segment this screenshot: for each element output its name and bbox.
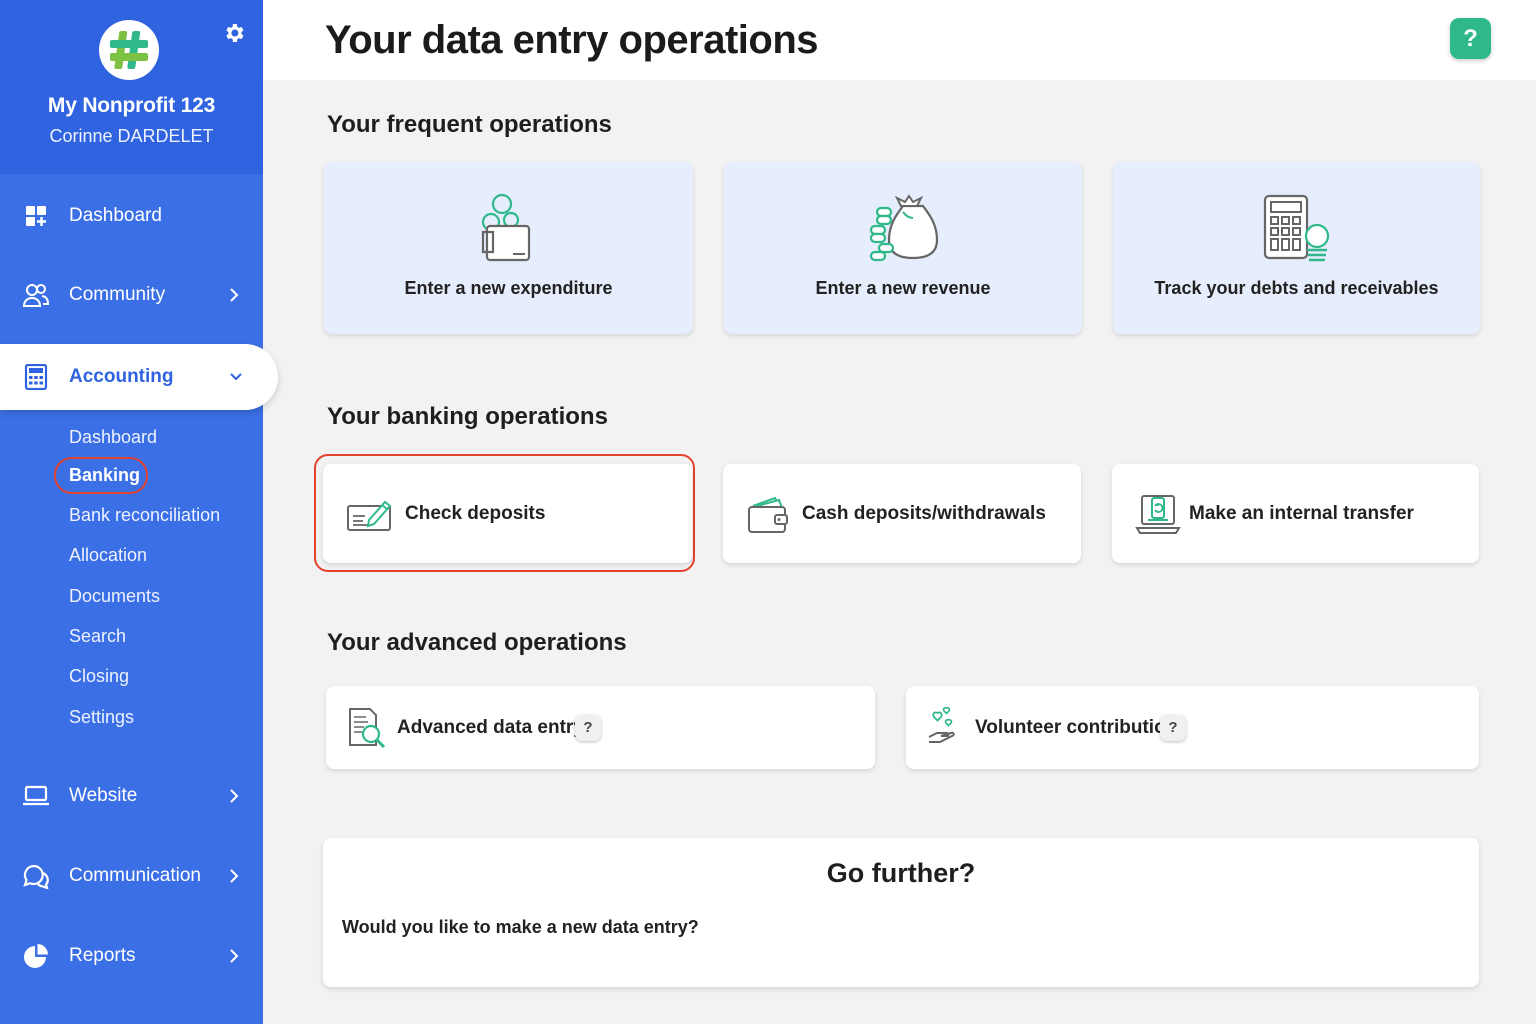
go-further-panel: Go further? Would you like to make a new…: [323, 838, 1479, 987]
sidebar-header: My Nonprofit 123 Corinne DARDELET: [0, 0, 263, 174]
sub-item-documents[interactable]: Documents: [69, 586, 160, 607]
settings-gear-button[interactable]: [220, 19, 248, 47]
chevron-right-icon: [226, 287, 242, 303]
card-volunteer-contribution[interactable]: Volunteer contribution ?: [906, 686, 1479, 769]
sub-item-allocation[interactable]: Allocation: [69, 545, 147, 566]
nav-item-community[interactable]: Community: [0, 267, 263, 323]
people-icon: [22, 281, 50, 309]
card-enter-revenue[interactable]: Enter a new revenue: [724, 162, 1082, 334]
card-label-volunteer-contribution: Volunteer contribution: [975, 716, 1178, 738]
money-bag-coins-icon: [869, 194, 939, 262]
nav-item-website[interactable]: Website: [0, 768, 263, 824]
nav-label-community: Community: [69, 284, 166, 305]
sub-item-search[interactable]: Search: [69, 626, 126, 647]
card-label-advanced-data-entry: Advanced data entry: [397, 716, 584, 738]
chat-bubbles-icon: [22, 862, 50, 890]
chevron-right-icon: [226, 948, 242, 964]
advanced-entry-help-badge[interactable]: ?: [575, 714, 601, 741]
help-button[interactable]: ?: [1450, 18, 1491, 59]
pie-chart-icon: [22, 942, 50, 970]
hand-hearts-icon: [928, 706, 955, 743]
gear-icon: [226, 24, 244, 42]
section-title-advanced: Your advanced operations: [327, 629, 627, 656]
volunteer-help-badge[interactable]: ?: [1160, 714, 1186, 741]
nav-label-accounting: Accounting: [69, 366, 174, 387]
calculator-coin-icon: [1263, 194, 1329, 262]
wallet-coins-icon: [481, 193, 530, 262]
chevron-right-icon: [226, 788, 242, 804]
sub-item-closing[interactable]: Closing: [69, 666, 129, 687]
page-title: Your data entry operations: [325, 18, 819, 62]
calculator-icon: [22, 363, 50, 391]
sub-item-dashboard[interactable]: Dashboard: [69, 427, 157, 448]
wallet-cash-icon: [748, 496, 788, 533]
sub-item-settings[interactable]: Settings: [69, 707, 134, 728]
sub-item-banking[interactable]: Banking: [69, 465, 140, 486]
card-cash-deposits[interactable]: Cash deposits/withdrawals: [723, 464, 1081, 563]
card-label-check-deposits: Check deposits: [405, 502, 546, 524]
nav-label-reports: Reports: [69, 945, 136, 966]
nav-item-accounting[interactable]: Accounting: [0, 344, 278, 410]
organization-logo[interactable]: [99, 20, 159, 80]
chevron-right-icon: [226, 868, 242, 884]
card-advanced-data-entry[interactable]: Advanced data entry ?: [326, 686, 875, 769]
laptop-transfer-icon: [1135, 494, 1181, 534]
document-magnifier-icon: [349, 707, 386, 748]
section-title-frequent: Your frequent operations: [327, 111, 612, 138]
card-label-debts: Track your debts and receivables: [1154, 278, 1439, 298]
card-label-internal-transfer: Make an internal transfer: [1189, 502, 1414, 524]
card-check-deposits[interactable]: Check deposits: [323, 464, 692, 563]
card-enter-expenditure[interactable]: Enter a new expenditure: [324, 162, 693, 334]
hash-logo-icon: [110, 31, 148, 69]
card-label-revenue: Enter a new revenue: [815, 278, 991, 298]
check-pen-icon: [347, 500, 392, 531]
card-internal-transfer[interactable]: Make an internal transfer: [1112, 464, 1479, 563]
nav-label-communication: Communication: [69, 865, 201, 886]
go-further-title: Go further?: [826, 858, 976, 888]
nav-label-website: Website: [69, 785, 138, 806]
nav-label-dashboard: Dashboard: [69, 205, 162, 226]
user-name: Corinne DARDELET: [49, 126, 214, 146]
card-label-cash-deposits: Cash deposits/withdrawals: [802, 502, 1046, 524]
chevron-down-icon: [228, 369, 244, 385]
go-further-text: Would you like to make a new data entry?: [342, 917, 699, 937]
sidebar: My Nonprofit 123 Corinne DARDELET Dashbo…: [0, 0, 278, 1024]
organization-name: My Nonprofit 123: [47, 94, 216, 117]
card-track-debts[interactable]: Track your debts and receivables: [1113, 162, 1480, 334]
section-title-banking: Your banking operations: [327, 403, 608, 430]
nav-item-dashboard[interactable]: Dashboard: [0, 188, 263, 244]
nav-item-communication[interactable]: Communication: [0, 848, 263, 904]
nav-item-reports[interactable]: Reports: [0, 928, 263, 984]
sub-item-bank-reconciliation[interactable]: Bank reconciliation: [69, 505, 220, 526]
card-label-expenditure: Enter a new expenditure: [404, 278, 613, 298]
laptop-icon: [22, 782, 50, 810]
dashboard-grid-icon: [22, 202, 50, 230]
